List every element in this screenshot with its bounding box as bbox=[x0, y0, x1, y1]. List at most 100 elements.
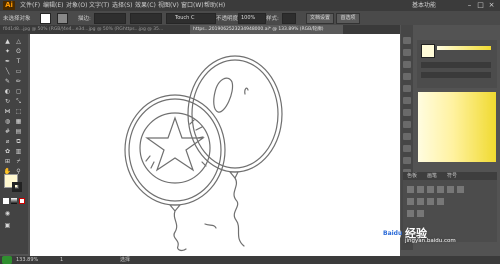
brush-dropdown[interactable]: Touch C bbox=[166, 13, 216, 24]
free-transform-icon[interactable]: ⬚ bbox=[14, 108, 23, 116]
scale-tool-icon[interactable]: ⤡ bbox=[14, 98, 23, 106]
swatch-item[interactable] bbox=[417, 198, 424, 205]
tab-brushes[interactable]: 画笔 bbox=[427, 172, 437, 180]
artboard-tool-icon[interactable]: ⊞ bbox=[3, 158, 12, 166]
blend-tool-icon[interactable]: ⧉ bbox=[14, 138, 23, 146]
style-dropdown[interactable] bbox=[282, 13, 296, 24]
graphic-styles-icon[interactable] bbox=[403, 97, 411, 104]
gradient-angle-row[interactable] bbox=[421, 72, 491, 78]
swatch-item[interactable] bbox=[427, 186, 434, 193]
menu-file[interactable]: 文件(F) bbox=[20, 0, 40, 11]
slice-tool-icon[interactable]: ⌿ bbox=[14, 158, 23, 166]
star-dash-marks bbox=[145, 155, 207, 169]
stroke-weight-field[interactable] bbox=[94, 13, 126, 24]
draw-mode-icon[interactable]: ◉ bbox=[3, 210, 12, 218]
width-tool-icon[interactable]: ⋈ bbox=[3, 108, 12, 116]
current-tool-status: 选择 bbox=[120, 257, 131, 263]
line-tool-icon[interactable]: ╲ bbox=[3, 68, 12, 76]
menu-object[interactable]: 对象(O) bbox=[66, 0, 87, 11]
pencil-icon[interactable]: ✏ bbox=[14, 78, 23, 86]
menu-select[interactable]: 选择(S) bbox=[112, 0, 133, 11]
none-mode-icon[interactable] bbox=[19, 198, 25, 204]
lasso-icon[interactable]: ʘ bbox=[14, 48, 23, 56]
tab-doc-3[interactable]: https...jpg @ 35... bbox=[120, 25, 193, 34]
preferences-button[interactable]: 首选项 bbox=[336, 13, 360, 24]
swatch-item[interactable] bbox=[437, 186, 444, 193]
type-tool-icon[interactable]: T bbox=[14, 58, 23, 66]
swatch-item[interactable] bbox=[407, 210, 414, 217]
color-guide-icon[interactable] bbox=[403, 49, 411, 56]
minimize-icon[interactable]: – bbox=[466, 2, 473, 9]
stroke-icon[interactable] bbox=[403, 145, 411, 152]
tab-doc-active[interactable]: https...2019062523234948000.ai* @ 133.89… bbox=[190, 25, 343, 34]
menu-effect[interactable]: 效果(C) bbox=[135, 0, 156, 11]
stroke-color-swatch[interactable] bbox=[57, 13, 68, 24]
gradient-mode-icon[interactable] bbox=[11, 198, 17, 204]
menu-help[interactable]: 帮助(H) bbox=[204, 0, 225, 11]
variable-width-dropdown[interactable] bbox=[130, 13, 162, 24]
menu-edit[interactable]: 编辑(E) bbox=[43, 0, 63, 11]
graph-tool-icon[interactable]: ▥ bbox=[14, 148, 23, 156]
direct-selection-tool-icon[interactable]: △ bbox=[14, 38, 23, 46]
menu-view[interactable]: 视图(V) bbox=[158, 0, 179, 11]
maximize-icon[interactable]: □ bbox=[477, 2, 484, 9]
gradient-fill-swatch[interactable] bbox=[421, 44, 435, 58]
perspective-grid-icon[interactable]: ▦ bbox=[14, 118, 23, 126]
stroke-color-icon[interactable] bbox=[12, 182, 22, 192]
tab-doc-2[interactable]: 4e4...e3d...jpg @ 50% (RGB/预览) bbox=[60, 25, 123, 34]
menu-type[interactable]: 文字(T) bbox=[89, 0, 109, 11]
swatch-item[interactable] bbox=[427, 198, 434, 205]
rectangle-tool-icon[interactable]: ▭ bbox=[14, 68, 23, 76]
fill-color-swatch[interactable] bbox=[40, 13, 51, 24]
swatches-icon[interactable] bbox=[403, 61, 411, 68]
front-balloon-string bbox=[173, 210, 187, 252]
screen-mode-icon[interactable]: ▣ bbox=[3, 222, 12, 230]
artboard-number[interactable]: 1 bbox=[60, 256, 63, 264]
brushes-icon[interactable] bbox=[403, 73, 411, 80]
workspace-switcher[interactable]: 基本功能 bbox=[412, 0, 436, 11]
back-balloon-inner-outline bbox=[191, 59, 279, 169]
gradient-panel bbox=[417, 40, 497, 88]
tab-symbols[interactable]: 符号 bbox=[447, 172, 457, 180]
gradient-type-row[interactable] bbox=[421, 62, 491, 68]
zoom-level[interactable]: 133.89% bbox=[16, 256, 38, 264]
gradient-tool-icon[interactable]: ▤ bbox=[14, 128, 23, 136]
back-balloon-outline bbox=[187, 55, 283, 173]
rotate-tool-icon[interactable]: ↻ bbox=[3, 98, 12, 106]
opacity-field[interactable]: 100% bbox=[238, 13, 266, 24]
gradient-slider[interactable] bbox=[437, 46, 491, 50]
swatch-item[interactable] bbox=[407, 198, 414, 205]
color-mode-icon[interactable] bbox=[3, 198, 9, 204]
swatch-item[interactable] bbox=[417, 186, 424, 193]
tab-doc-1[interactable]: f0d1d8...jpg @ 50% (RGB/预览) bbox=[0, 25, 63, 34]
document-setup-button[interactable]: 文档设置 bbox=[306, 13, 334, 24]
color-panel-icon[interactable] bbox=[403, 37, 411, 44]
symbol-sprayer-icon[interactable]: ✿ bbox=[3, 148, 12, 156]
artboard-canvas[interactable] bbox=[30, 34, 400, 256]
tab-swatches[interactable]: 色板 bbox=[407, 172, 417, 180]
menu-window[interactable]: 窗口(W) bbox=[181, 0, 204, 11]
eyedropper-icon[interactable]: ⌀ bbox=[3, 138, 12, 146]
paintbrush-icon[interactable]: ✎ bbox=[3, 78, 12, 86]
mesh-tool-icon[interactable]: # bbox=[3, 128, 12, 136]
swatch-item[interactable] bbox=[407, 186, 414, 193]
swatch-item[interactable] bbox=[457, 186, 464, 193]
blob-brush-icon[interactable]: ◐ bbox=[3, 88, 12, 96]
back-balloon-string bbox=[233, 177, 245, 247]
swatch-item[interactable] bbox=[437, 198, 444, 205]
shape-builder-icon[interactable]: ◍ bbox=[3, 118, 12, 126]
eraser-icon[interactable]: ◻ bbox=[14, 88, 23, 96]
appearance-icon[interactable] bbox=[403, 109, 411, 116]
layers-icon[interactable] bbox=[403, 157, 411, 164]
symbols-icon[interactable] bbox=[403, 85, 411, 92]
swatch-item[interactable] bbox=[447, 186, 454, 193]
gradient-preview[interactable] bbox=[418, 92, 496, 162]
gradient-icon[interactable] bbox=[403, 133, 411, 140]
magic-wand-icon[interactable]: ✦ bbox=[3, 48, 12, 56]
selection-tool-icon[interactable]: ▲ bbox=[3, 38, 12, 46]
swatch-item[interactable] bbox=[417, 210, 424, 217]
close-icon[interactable]: × bbox=[488, 2, 495, 9]
transparency-icon[interactable] bbox=[403, 121, 411, 128]
pen-tool-icon[interactable]: ✒ bbox=[3, 58, 12, 66]
menu-bar: Ai 文件(F) 编辑(E) 对象(O) 文字(T) 选择(S) 效果(C) 视… bbox=[0, 0, 500, 11]
